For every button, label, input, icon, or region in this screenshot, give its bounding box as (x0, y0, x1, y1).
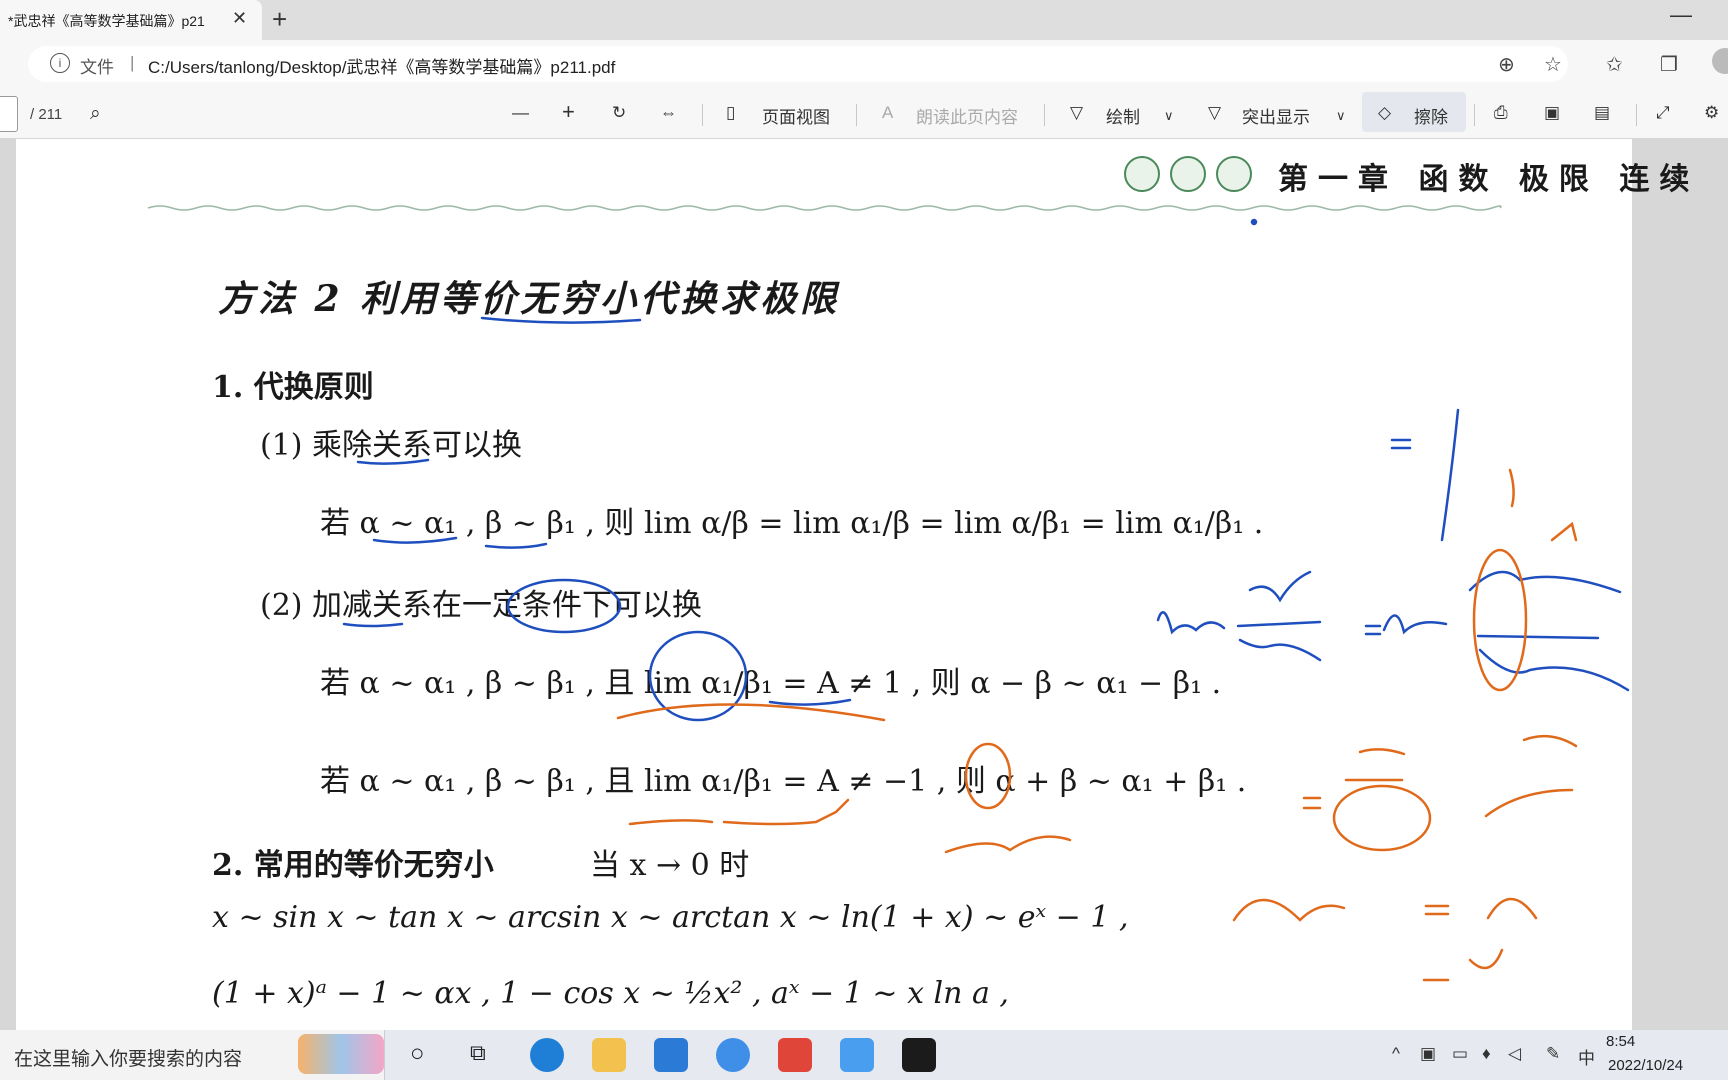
edge-icon[interactable] (530, 1038, 564, 1072)
rule2-text: (2) 加减关系在一定条件下可以换 (260, 588, 703, 623)
rule1-text: (1) 乘除关系可以换 (260, 428, 523, 463)
cortana-icon[interactable]: ○ (410, 1040, 425, 1068)
task-view-icon[interactable]: ⧉ (470, 1040, 486, 1066)
method-title: 方法 2 利用等价无穷小代换求极限 (218, 278, 841, 320)
file-explorer-icon[interactable] (592, 1038, 626, 1072)
mail-icon[interactable] (654, 1038, 688, 1072)
pen-icon[interactable]: ✎ (1546, 1044, 1560, 1064)
rule2-formula-plus: 若 α ~ α₁ , β ~ β₁ , 且 lim α₁/β₁ = A ≠ −1… (320, 764, 1247, 799)
equivalence-line-2: (1 + x)ᵃ − 1 ~ αx , 1 − cos x ~ ½x² , aˣ… (212, 976, 1009, 1011)
clock-time[interactable]: 8:54 (1606, 1033, 1635, 1050)
huawei-app-icon[interactable] (778, 1038, 812, 1072)
section2-condition: 当 x → 0 时 (590, 848, 750, 883)
equivalence-line-1: x ~ sin x ~ tan x ~ arcsin x ~ arctan x … (212, 900, 1129, 935)
screen-recorder-icon[interactable] (902, 1038, 936, 1072)
cloud-app-icon[interactable] (840, 1038, 874, 1072)
volume-icon[interactable]: ◁ (1508, 1044, 1521, 1064)
section2-title: 2. 常用的等价无穷小 (212, 848, 494, 883)
rule1-formula: 若 α ~ α₁ , β ~ β₁ , 则 lim α/β = lim α₁/β… (320, 506, 1264, 541)
microphone-icon[interactable]: ♦ (1482, 1044, 1491, 1064)
rule2-formula-minus: 若 α ~ α₁ , β ~ β₁ , 且 lim α₁/β₁ = A ≠ 1 … (320, 666, 1222, 701)
battery-icon[interactable]: ▭ (1452, 1044, 1468, 1064)
ime-indicator[interactable]: 中 (1578, 1044, 1595, 1069)
chapter-header: 第一章 函数 极限 连续 (1278, 162, 1700, 197)
search-highlight-image (298, 1034, 384, 1074)
clock-date[interactable]: 2022/10/24 (1608, 1057, 1683, 1074)
tray-app-icon[interactable]: ▣ (1420, 1044, 1436, 1064)
taskbar-search-placeholder[interactable]: 在这里输入你要搜索的内容 (14, 1044, 242, 1071)
section1-title: 1. 代换原则 (212, 370, 374, 405)
browser-app-icon[interactable] (716, 1038, 750, 1072)
tray-overflow-icon[interactable]: ^ (1392, 1044, 1400, 1064)
